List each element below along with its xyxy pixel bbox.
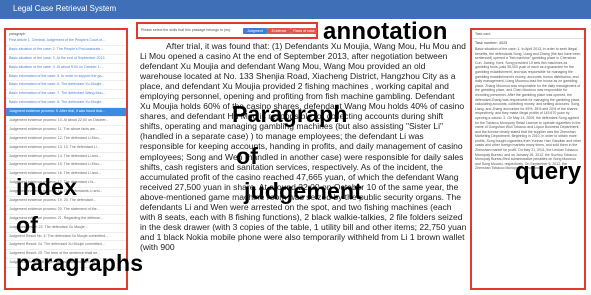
top-bar: Legal Case Retrieval System <box>0 0 591 19</box>
annotation-paragraphs-label: paragraphs <box>16 250 144 276</box>
paragraph-index-item[interactable]: Basic information of the case: 7. The de… <box>6 90 126 100</box>
paragraph-index-item[interactable]: Judgement evidence process: 14. The defe… <box>6 153 126 162</box>
annotation-label: annotation <box>323 18 448 45</box>
paragraph-index-item[interactable]: Basic situation of the case: 3. At the e… <box>6 55 126 64</box>
annotation-of-label: of <box>16 212 39 238</box>
paragraph-index-item[interactable]: Judgment evidence process: 9. After tria… <box>6 108 126 118</box>
annotation-of-judgement-label: of <box>236 143 259 169</box>
task-number: Task number: 4023 <box>475 41 508 45</box>
judgment-button[interactable]: Judgment <box>243 28 267 34</box>
annotation-index-label: index <box>16 174 78 200</box>
paragraph-index-item[interactable]: Basic information of the case: 8. The de… <box>6 99 126 109</box>
paragraph-index-item[interactable]: Basic information of the case: 5. In ord… <box>6 73 126 82</box>
paragraph-index-item[interactable]: Basic situation of the case: 2. The Peop… <box>6 46 126 55</box>
paragraph-index-item[interactable]: Basic situation of the case: 4. At about… <box>6 64 126 73</box>
paragraph-index-item[interactable]: Judgement evidence process: 11. The abov… <box>6 126 126 135</box>
paragraph-index-item[interactable]: Basic information of the case: 6. The de… <box>6 81 126 91</box>
skill-question-label: Please select the skills that this passa… <box>141 28 232 32</box>
paragraph-index-item[interactable]: First Article 1. Criminal Judgement of t… <box>6 37 126 46</box>
paragraph-index-item[interactable]: Judgement evidence process: 12. The defe… <box>6 135 126 144</box>
skill-select-toolbar: Please select the skills that this passa… <box>136 22 318 39</box>
paragraph-index-header: paragraph <box>9 32 26 36</box>
annotation-query-label: query <box>515 158 582 185</box>
facts-of-case-button[interactable]: Facts of case <box>291 28 317 34</box>
paragraph-index-item[interactable]: Judgement evidence process: 15. The defe… <box>6 161 126 171</box>
annotation-judgement-label: judgement <box>244 178 363 204</box>
evidence-button[interactable]: Evidence <box>267 28 291 34</box>
paragraph-index-item[interactable]: Judgement evidence process: 10. At about… <box>6 117 126 126</box>
judgement-paragraph: After trial, it was found that: (1) Defe… <box>140 41 467 252</box>
task-card-body: Basic situation of the case: 1. In April… <box>475 47 581 171</box>
annotation-paragraph-label: Paragraph <box>232 101 348 127</box>
paragraph-index-item[interactable]: Judgement evidence process: 13. 13. The … <box>6 144 126 153</box>
task-card-header: Task card <box>472 30 584 39</box>
app-title: Legal Case Retrieval System <box>13 4 117 13</box>
